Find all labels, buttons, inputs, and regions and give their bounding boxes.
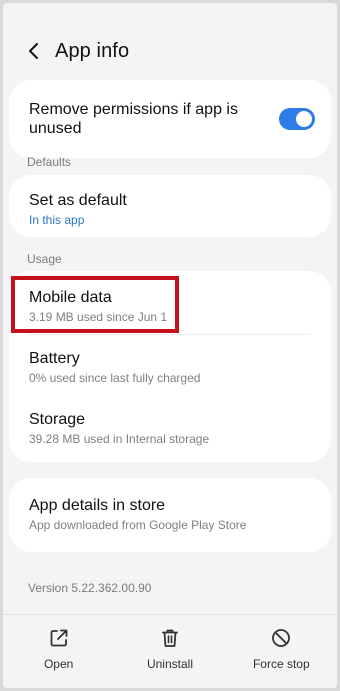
highlight-box xyxy=(11,276,179,333)
storage-row[interactable]: Storage 39.28 MB used in Internal storag… xyxy=(9,398,331,462)
open-button[interactable]: Open xyxy=(14,627,104,671)
app-details-store-row[interactable]: App details in store App downloaded from… xyxy=(9,478,331,552)
open-external-icon xyxy=(50,629,68,647)
back-button[interactable] xyxy=(19,36,49,66)
remove-permissions-label: Remove permissions if app is unused xyxy=(29,101,238,137)
defaults-section-label: Defaults xyxy=(27,155,72,169)
toggle-knob xyxy=(296,111,312,127)
permissions-card: Remove permissions if app is unused xyxy=(9,80,331,158)
header: App info xyxy=(3,23,337,79)
stop-icon xyxy=(272,629,291,647)
remove-permissions-toggle[interactable] xyxy=(279,108,315,130)
store-card: App details in store App downloaded from… xyxy=(9,478,331,552)
battery-row[interactable]: Battery 0% used since last fully charged xyxy=(9,335,331,398)
app-details-store-title: App details in store xyxy=(29,497,166,514)
storage-title: Storage xyxy=(29,411,86,428)
app-info-screen: App info Remove permissions if app is un… xyxy=(3,3,337,688)
bottom-action-bar: Open Uninstall Force stop xyxy=(3,614,337,688)
set-as-default-sub: In this app xyxy=(29,213,85,227)
trash-icon xyxy=(162,629,178,647)
battery-sub: 0% used since last fully charged xyxy=(29,371,201,385)
storage-sub: 39.28 MB used in Internal storage xyxy=(29,432,210,446)
remove-permissions-row[interactable]: Remove permissions if app is unused xyxy=(9,80,331,158)
set-as-default-title: Set as default xyxy=(29,192,127,209)
force-stop-label: Force stop xyxy=(252,657,310,671)
usage-section-label: Usage xyxy=(27,252,62,266)
back-arrow-icon xyxy=(29,43,38,59)
force-stop-button[interactable]: Force stop xyxy=(236,627,326,671)
defaults-card: Set as default In this app xyxy=(9,175,331,237)
version-text: Version 5.22.362.00.90 xyxy=(28,581,152,595)
set-as-default-row[interactable]: Set as default In this app xyxy=(9,175,331,237)
battery-title: Battery xyxy=(29,350,80,367)
page-title: App info xyxy=(55,39,130,62)
open-label: Open xyxy=(43,657,74,671)
uninstall-button[interactable]: Uninstall xyxy=(125,627,215,671)
uninstall-label: Uninstall xyxy=(146,657,193,671)
app-details-store-sub: App downloaded from Google Play Store xyxy=(29,518,247,532)
